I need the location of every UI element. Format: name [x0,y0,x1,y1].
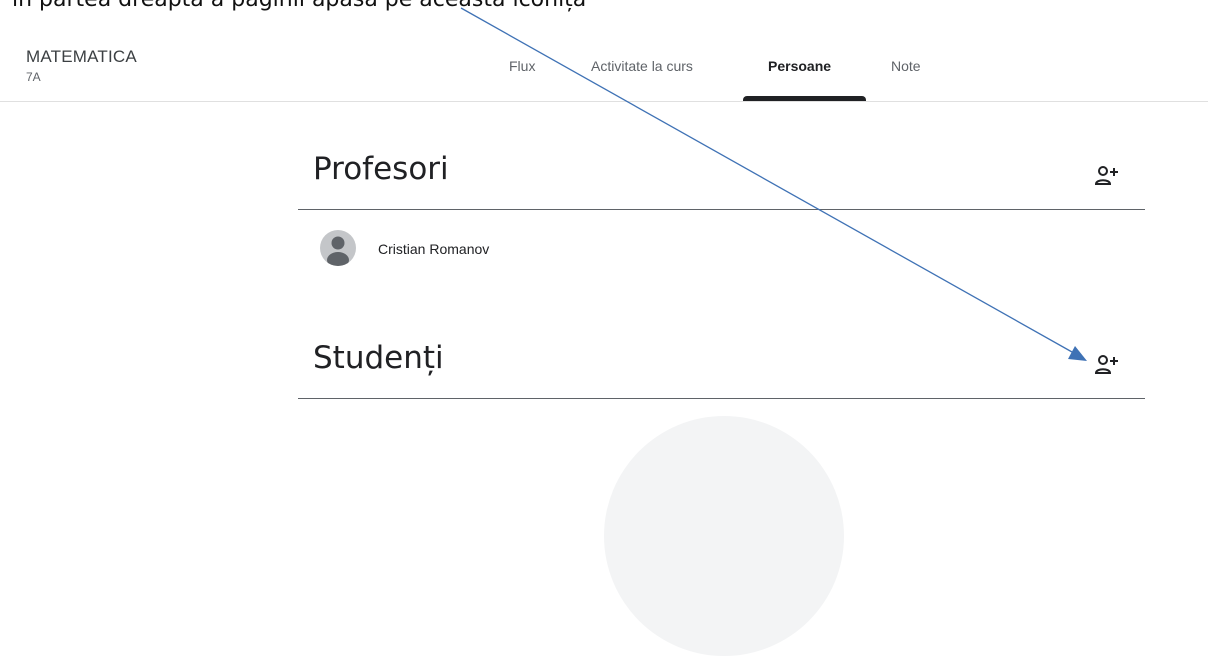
students-heading: Studenți [313,340,444,376]
class-header: MATEMATICA 7A Flux Activitate la curs Pe… [0,0,1208,102]
add-student-button[interactable] [1094,353,1120,379]
active-tab-indicator [743,96,866,101]
tab-flux[interactable]: Flux [509,58,535,74]
tab-activitate-la-curs[interactable]: Activitate la curs [591,58,693,74]
teacher-name: Cristian Romanov [378,241,490,257]
students-divider [298,398,1145,399]
empty-state-illustration [604,416,844,656]
add-teacher-button[interactable] [1094,164,1120,190]
tab-bar: Flux Activitate la curs Persoane Note [0,0,1208,102]
default-avatar-icon [327,236,349,266]
tab-persoane[interactable]: Persoane [768,58,831,74]
teachers-heading: Profesori [313,151,449,187]
teachers-divider [298,209,1145,210]
tab-note[interactable]: Note [891,58,921,74]
person-add-icon [1094,355,1118,374]
avatar [320,230,356,266]
person-add-icon [1094,166,1118,185]
